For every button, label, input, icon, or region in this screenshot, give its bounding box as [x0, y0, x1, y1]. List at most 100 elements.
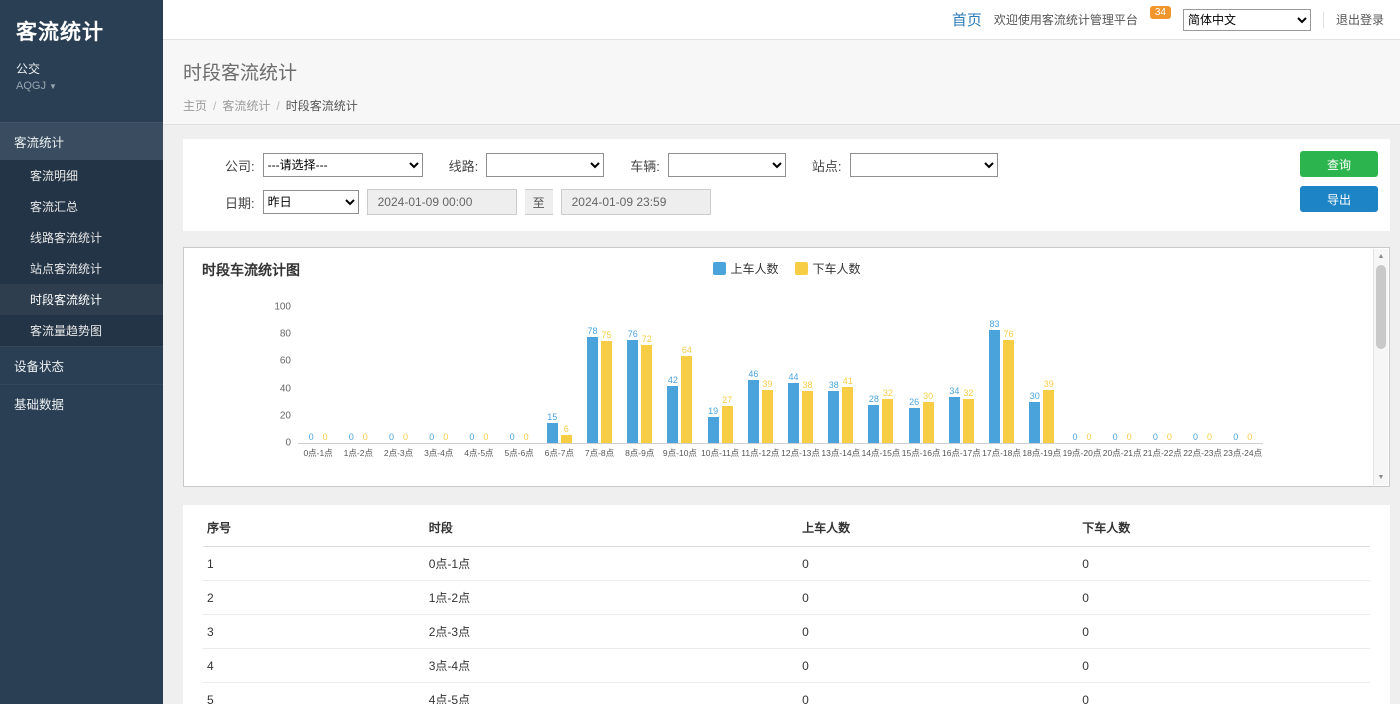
scrollbar-thumb[interactable] — [1376, 265, 1386, 349]
bar-column: 30 — [1029, 308, 1041, 443]
export-button[interactable]: 导出 — [1300, 186, 1378, 212]
sidebar-section-2[interactable]: 基础数据 — [0, 384, 163, 422]
bar — [949, 397, 960, 443]
table-cell: 4 — [203, 649, 425, 683]
x-axis-label: 1点-2点 — [338, 447, 378, 459]
vehicle-select[interactable] — [668, 153, 786, 177]
bar-value-label: 44 — [789, 372, 799, 382]
bar-column: 0 — [466, 308, 478, 443]
bar-group: 4438 — [780, 308, 820, 443]
table-cell: 0点-1点 — [425, 547, 798, 581]
filter-row-1: 公司: ---请选择--- 线路: 车辆: 站点: — [201, 153, 1372, 177]
bar-column: 0 — [1244, 308, 1256, 443]
table-cell: 4点-5点 — [425, 683, 798, 704]
station-select[interactable] — [850, 153, 998, 177]
date-to-label: 至 — [525, 189, 553, 215]
bar-group: 8376 — [981, 308, 1021, 443]
x-axis-label: 2点-3点 — [378, 447, 418, 459]
bar-group: 78 75 — [579, 308, 619, 443]
table-header-cell: 下车人数 — [1078, 509, 1370, 547]
sidebar-menu: 客流统计客流明细客流汇总线路客流统计站点客流统计时段客流统计客流量趋势图设备状态… — [0, 122, 163, 422]
query-button[interactable]: 查询 — [1300, 151, 1378, 177]
scrollbar-down-icon[interactable]: ▼ — [1374, 470, 1388, 485]
line-select[interactable] — [486, 153, 604, 177]
breadcrumb-separator: / — [276, 99, 279, 113]
vehicle-label: 车辆: — [630, 156, 660, 175]
bar-column: 28 — [868, 308, 880, 443]
filter-row-2: 日期: 昨日 至 — [201, 189, 1372, 215]
x-axis-label: 21点-22点 — [1142, 447, 1182, 459]
date-preset-select[interactable]: 昨日 — [263, 190, 359, 214]
breadcrumb: 主页/客流统计/时段客流统计 — [183, 97, 1376, 114]
home-link[interactable]: 首页 — [952, 9, 982, 30]
bar — [923, 402, 934, 443]
sidebar-item[interactable]: 线路客流统计 — [0, 222, 163, 253]
bar-column: 0 — [506, 308, 518, 443]
bar-column: 0 — [440, 308, 452, 443]
breadcrumb-item[interactable]: 主页 — [183, 99, 207, 113]
bar-value-label: 0 — [1233, 432, 1238, 442]
bar-value-label: 6 — [564, 424, 569, 434]
bar-column: 0 — [1230, 308, 1242, 443]
app-brand: 客流统计 — [0, 0, 163, 50]
x-axis-label: 4点-5点 — [459, 447, 499, 459]
sidebar-section-1[interactable]: 设备状态 — [0, 346, 163, 384]
sidebar-item[interactable]: 客流汇总 — [0, 191, 163, 222]
bar — [1003, 340, 1014, 443]
org-name: 公交 — [16, 60, 147, 77]
filter-panel: 公司: ---请选择--- 线路: 车辆: 站点: 日期: 昨日 至 — [183, 139, 1390, 231]
bar-column: 6 — [560, 308, 572, 443]
line-label: 线路: — [449, 156, 479, 175]
bar-value-label: 0 — [323, 432, 328, 442]
logout-link[interactable]: 退出登录 — [1336, 11, 1384, 28]
bar-group: 3841 — [821, 308, 861, 443]
language-select[interactable]: 简体中文 — [1183, 9, 1311, 31]
sidebar-item[interactable]: 站点客流统计 — [0, 253, 163, 284]
topbar-divider — [1323, 12, 1324, 28]
chart-scrollbar[interactable]: ▲ ▼ — [1373, 249, 1388, 485]
bar-group: 00 — [419, 308, 459, 443]
bar-column: 78 — [587, 308, 599, 443]
date-to-input[interactable] — [561, 189, 711, 215]
bar-group: 00 — [1142, 308, 1182, 443]
plot-wrap: 0204060801000000000000001567875767242641… — [298, 308, 1263, 459]
bar-column: 0 — [305, 308, 317, 443]
bar-value-label: 0 — [1113, 432, 1118, 442]
bar-column: 30 — [922, 308, 934, 443]
bar-group: 3432 — [941, 308, 981, 443]
bar-value-label: 38 — [829, 380, 839, 390]
scrollbar-up-icon[interactable]: ▲ — [1374, 249, 1388, 264]
welcome-text: 欢迎使用客流统计管理平台 — [994, 11, 1138, 28]
table-cell: 0 — [1078, 649, 1370, 683]
bar-column: 41 — [842, 308, 854, 443]
legend-item[interactable]: 上车人数 — [712, 260, 778, 277]
legend-item[interactable]: 下车人数 — [795, 260, 861, 277]
bar-value-label: 75 — [602, 330, 612, 340]
page-header: 时段客流统计 主页/客流统计/时段客流统计 — [163, 40, 1400, 125]
bar — [762, 390, 773, 443]
x-axis-label: 16点-17点 — [941, 447, 981, 459]
bar-value-label: 78 — [588, 326, 598, 336]
sidebar-section-0[interactable]: 客流统计 — [0, 122, 163, 160]
table-row: 21点-2点00 — [203, 581, 1370, 615]
bar-column: 0 — [1123, 308, 1135, 443]
bar-value-label: 0 — [1086, 432, 1091, 442]
sidebar-item[interactable]: 客流量趋势图 — [0, 315, 163, 346]
bar-column: 0 — [386, 308, 398, 443]
bar-column: 0 — [426, 308, 438, 443]
notification-badge[interactable]: 34 — [1150, 6, 1171, 19]
sidebar-item[interactable]: 客流明细 — [0, 160, 163, 191]
bar — [802, 391, 813, 443]
x-axis-label: 18点-19点 — [1022, 447, 1062, 459]
bar-column: 0 — [1149, 308, 1161, 443]
breadcrumb-item[interactable]: 客流统计 — [222, 99, 270, 113]
bar-group: 00 — [1223, 308, 1263, 443]
sidebar-item[interactable]: 时段客流统计 — [0, 284, 163, 315]
table-cell: 0 — [798, 683, 1078, 704]
breadcrumb-separator: / — [213, 99, 216, 113]
bar-value-label: 32 — [963, 388, 973, 398]
bar-value-label: 76 — [1004, 329, 1014, 339]
user-dropdown[interactable]: AQGJ ▼ — [16, 80, 147, 92]
date-from-input[interactable] — [367, 189, 517, 215]
company-select[interactable]: ---请选择--- — [263, 153, 423, 177]
